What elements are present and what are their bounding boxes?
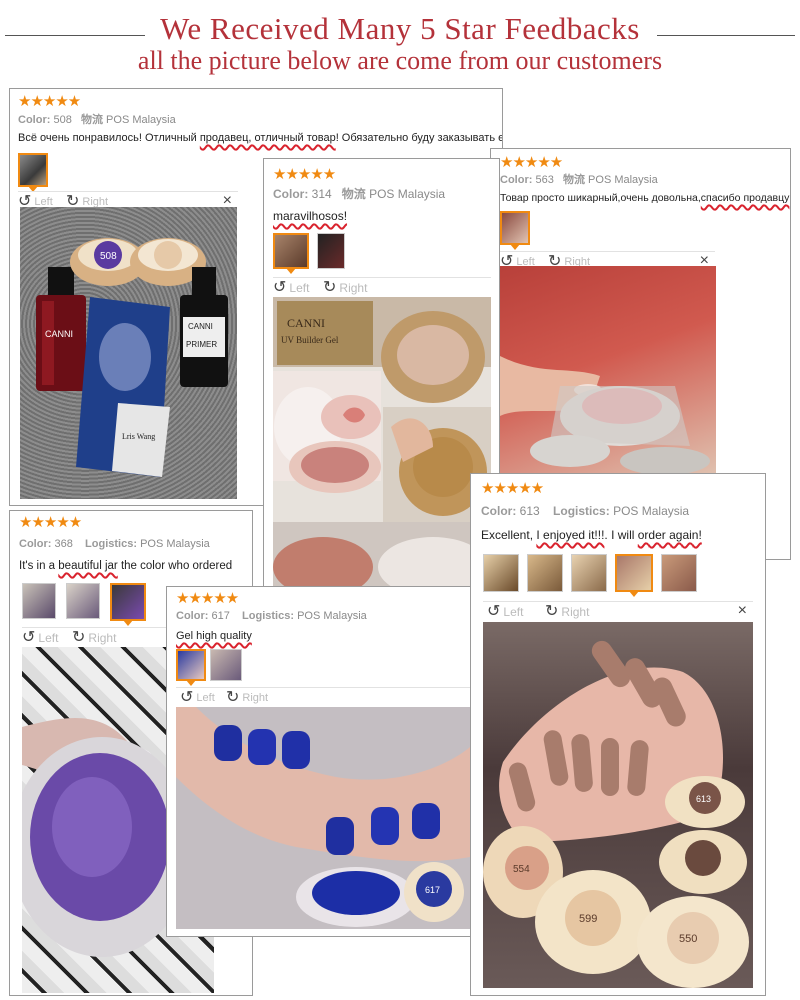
rotate-right-icon: ↻ <box>323 279 337 296</box>
review-meta: Color: 368 Logistics: POS Malaysia <box>19 538 210 550</box>
star-rating: ★★★★★ <box>176 590 239 607</box>
photo-thumbnails <box>483 554 697 597</box>
rotate-right-icon: ↻ <box>72 629 86 646</box>
review-meta: Color: 563 物流 POS Malaysia <box>500 174 658 186</box>
image-controls: ↺ Left ↻ Right <box>176 687 470 706</box>
photo-thumbnail[interactable] <box>317 233 345 269</box>
review-photo: CANNI 508 CANNI PRIMER Lris Wang <box>20 207 237 499</box>
jar-number: 550 <box>679 933 697 945</box>
bottle-label: PRIMER <box>186 340 217 349</box>
photo-thumbnail[interactable] <box>66 583 100 619</box>
bottle-label: CANNI <box>45 329 73 339</box>
page-title: We Received Many 5 Star Feedbacks <box>160 11 640 46</box>
rotate-right-button[interactable]: ↻ Right <box>323 280 367 296</box>
rotate-left-button[interactable]: ↺ Left <box>273 280 309 296</box>
review-photo: 617 <box>176 707 470 929</box>
photo-thumbnail[interactable] <box>483 554 519 592</box>
photo-thumbnails <box>22 583 146 626</box>
rotate-right-icon: ↻ <box>545 603 559 620</box>
photo-thumbnail[interactable] <box>571 554 607 592</box>
review-text: maravilhosos! <box>273 209 348 223</box>
review-text: Товар просто шикарный,очень довольна,спа… <box>500 192 790 204</box>
photo-thumbnails <box>18 153 48 192</box>
rotate-left-icon: ↺ <box>180 689 194 706</box>
review-photo: CANNI UV Builder Gel <box>273 297 491 587</box>
photo-thumbnail[interactable] <box>527 554 563 592</box>
review-meta: Color: 508 物流 POS Malaysia <box>18 114 176 126</box>
rotate-right-icon: ↻ <box>226 689 240 706</box>
star-rating: ★★★★★ <box>500 154 563 171</box>
photo-thumbnail[interactable] <box>110 583 146 626</box>
star-rating: ★★★★★ <box>481 480 544 497</box>
review-photo <box>500 266 716 476</box>
photo-thumbnail[interactable] <box>273 233 309 274</box>
photo-thumbnail[interactable] <box>615 554 653 597</box>
rotate-right-button[interactable]: ↻ Right <box>545 604 589 620</box>
image-controls: ↺ Left ↻ Right × <box>18 191 238 210</box>
review-card-6: ★★★★★ Color: 613 Logistics: POS Malaysia… <box>470 473 766 996</box>
rotate-left-button[interactable]: ↺ Left <box>487 604 523 620</box>
review-card-5: ★★★★★ Color: 617 Logistics: POS Malaysia… <box>166 586 479 937</box>
photo-thumbnails <box>176 649 242 686</box>
photo-thumbnail[interactable] <box>210 649 242 681</box>
review-meta: Color: 613 Logistics: POS Malaysia <box>481 504 690 518</box>
photo-thumbnail[interactable] <box>661 554 697 592</box>
photo-thumbnail[interactable] <box>176 649 206 686</box>
photo-thumbnail[interactable] <box>22 583 56 619</box>
photo-thumbnails <box>500 211 530 250</box>
image-controls: ↺ Left ↻ Right × <box>483 601 753 620</box>
rotate-left-icon: ↺ <box>22 629 36 646</box>
page-subtitle: all the picture below are come from our … <box>137 46 663 75</box>
review-meta: Color: 617 Logistics: POS Malaysia <box>176 610 367 622</box>
rotate-right-button[interactable]: ↻ Right <box>72 630 116 646</box>
photo-thumbnails <box>273 233 345 274</box>
jar-number: 599 <box>579 913 597 925</box>
star-rating: ★★★★★ <box>273 166 336 183</box>
jar-brand: CANNI <box>287 316 325 330</box>
photo-thumbnail[interactable] <box>18 153 48 192</box>
review-text: Excellent, I enjoyed it!!!. I will order… <box>481 528 702 542</box>
close-icon[interactable]: × <box>738 602 747 620</box>
jar-number: 508 <box>100 251 117 262</box>
star-rating: ★★★★★ <box>18 93 81 110</box>
review-text: Всё очень понравилось! Отличный продавец… <box>18 132 502 144</box>
jar-number: 617 <box>425 885 440 895</box>
review-photo: 613 599 550 554 <box>483 622 753 988</box>
jar-number: 554 <box>513 864 530 875</box>
review-text: Gel high quality <box>176 630 252 642</box>
rotate-left-icon: ↺ <box>487 603 501 620</box>
rotate-left-button[interactable]: ↺ Left <box>22 630 58 646</box>
review-card-2: ★★★★★ Color: 314 物流 POS Malaysia maravil… <box>263 158 500 590</box>
bottle-label: CANNI <box>188 322 213 331</box>
image-controls: ↺ Left ↻ Right <box>273 277 491 296</box>
photo-thumbnail[interactable] <box>500 211 530 250</box>
image-controls: ↺ Left ↻ Right × <box>500 251 715 270</box>
rotate-left-button[interactable]: ↺ Left <box>180 690 215 706</box>
rotate-right-button[interactable]: ↻ Right <box>226 690 268 706</box>
card-name: Lris Wang <box>122 432 155 441</box>
jar-label: UV Builder Gel <box>281 335 339 345</box>
review-text: It's in a beautiful jar the color who or… <box>19 560 233 572</box>
rotate-left-icon: ↺ <box>273 279 287 296</box>
review-meta: Color: 314 物流 POS Malaysia <box>273 187 446 201</box>
jar-number: 613 <box>696 794 711 804</box>
star-rating: ★★★★★ <box>19 514 82 531</box>
